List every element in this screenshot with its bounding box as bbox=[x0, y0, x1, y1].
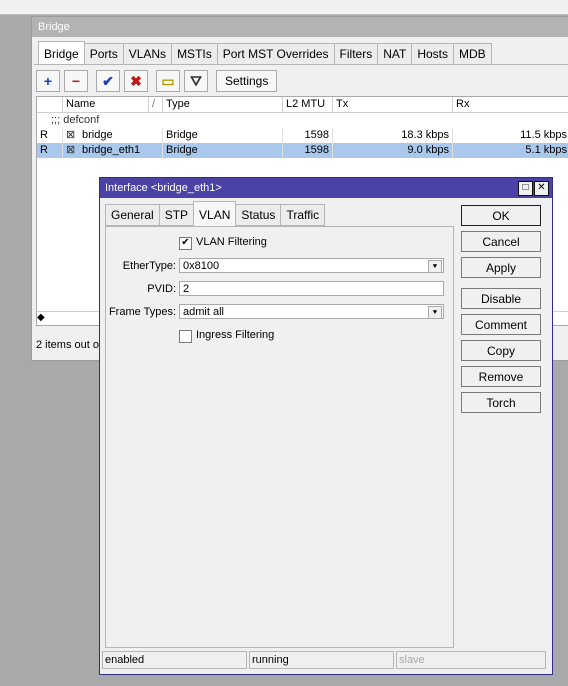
column-name[interactable]: Name bbox=[63, 97, 149, 112]
tab-stp[interactable]: STP bbox=[158, 204, 195, 226]
frame-types-label: Frame Types: bbox=[108, 306, 176, 318]
table-header: Name / Type L2 MTU Tx Rx bbox=[37, 97, 568, 113]
row-type: Bridge bbox=[163, 143, 283, 158]
tab-vlan[interactable]: VLAN bbox=[193, 201, 237, 227]
pvid-input[interactable]: 2 bbox=[179, 281, 444, 296]
row-name: bridge_eth1 bbox=[82, 144, 141, 156]
table-row[interactable]: R ⊠ bridge Bridge 1598 18.3 kbps 11.5 kb… bbox=[37, 128, 568, 143]
row-l2mtu: 1598 bbox=[283, 143, 333, 158]
tab-port-mst-overrides[interactable]: Port MST Overrides bbox=[216, 43, 335, 65]
remove-button[interactable]: Remove bbox=[461, 366, 541, 387]
items-count: 2 items out o bbox=[36, 339, 99, 351]
vlan-filtering-label: VLAN Filtering bbox=[196, 236, 267, 248]
top-strip bbox=[0, 0, 568, 15]
vlan-filtering-checkbox[interactable]: ✔ bbox=[179, 237, 192, 250]
row-rx: 5.1 kbps bbox=[453, 143, 568, 158]
pvid-label: PVID: bbox=[147, 283, 176, 295]
row-rx: 11.5 kbps bbox=[453, 128, 568, 143]
table-row[interactable]: R ⊠ bridge_eth1 Bridge 1598 9.0 kbps 5.1… bbox=[37, 143, 568, 158]
column-l2mtu[interactable]: L2 MTU bbox=[283, 97, 333, 112]
close-icon[interactable]: ✕ bbox=[534, 181, 549, 196]
interface-dialog-title[interactable]: Interface <bridge_eth1> □ ✕ bbox=[100, 178, 552, 198]
torch-button[interactable]: Torch bbox=[461, 392, 541, 413]
bridge-icon: ⊠ bbox=[66, 144, 76, 156]
column-rx[interactable]: Rx bbox=[453, 97, 568, 112]
interface-tabs: General STP VLAN Status Traffic bbox=[105, 201, 326, 227]
tab-general[interactable]: General bbox=[105, 204, 160, 226]
bridge-tabs: Bridge Ports VLANs MSTIs Port MST Overri… bbox=[38, 41, 492, 65]
ingress-filtering-checkbox[interactable] bbox=[179, 330, 192, 343]
vlan-panel: ✔ VLAN Filtering EtherType: 0x8100 ⯆ PVI… bbox=[105, 226, 454, 648]
tab-vlans[interactable]: VLANs bbox=[122, 43, 173, 65]
disable-button[interactable]: ✖ bbox=[124, 70, 148, 92]
ethertype-select[interactable]: 0x8100 ⯆ bbox=[179, 258, 444, 273]
dialog-statusbar: enabled running slave bbox=[102, 651, 548, 669]
apply-button[interactable]: Apply bbox=[461, 257, 541, 278]
row-name: bridge bbox=[82, 129, 113, 141]
settings-button[interactable]: Settings bbox=[216, 70, 278, 92]
disable-button[interactable]: Disable bbox=[461, 288, 541, 309]
row-flag: R bbox=[37, 143, 63, 158]
group-row: ;;; defconf bbox=[37, 113, 568, 128]
dialog-title-text: Interface <bridge_eth1> bbox=[105, 182, 222, 194]
tab-bridge[interactable]: Bridge bbox=[38, 41, 85, 65]
row-flag: R bbox=[37, 128, 63, 143]
column-type[interactable]: Type bbox=[163, 97, 283, 112]
restore-icon[interactable]: □ bbox=[518, 181, 533, 196]
ingress-filtering-label: Ingress Filtering bbox=[196, 329, 275, 341]
interface-dialog: Interface <bridge_eth1> □ ✕ General STP … bbox=[99, 177, 553, 675]
copy-button[interactable]: Copy bbox=[461, 340, 541, 361]
tab-ports[interactable]: Ports bbox=[83, 43, 124, 65]
ok-button[interactable]: OK bbox=[461, 205, 541, 226]
status-enabled: enabled bbox=[102, 651, 247, 669]
comment-button[interactable]: Comment bbox=[461, 314, 541, 335]
ethertype-label: EtherType: bbox=[122, 260, 176, 272]
tab-mstis[interactable]: MSTIs bbox=[171, 43, 218, 65]
status-slave: slave bbox=[396, 651, 546, 669]
tab-filters[interactable]: Filters bbox=[333, 43, 379, 65]
column-tx[interactable]: Tx bbox=[333, 97, 453, 112]
tab-mdb[interactable]: MDB bbox=[453, 43, 492, 65]
tab-traffic[interactable]: Traffic bbox=[280, 204, 326, 226]
scroll-left-icon[interactable]: ◆ bbox=[37, 312, 45, 323]
row-tx: 9.0 kbps bbox=[333, 143, 453, 158]
tab-hosts[interactable]: Hosts bbox=[411, 43, 455, 65]
tab-nat[interactable]: NAT bbox=[377, 43, 413, 65]
column-flag bbox=[37, 97, 63, 112]
frame-types-dropdown-icon[interactable]: ⯆ bbox=[428, 306, 442, 319]
status-running: running bbox=[249, 651, 394, 669]
filter-button[interactable]: ⛛ bbox=[184, 70, 208, 92]
cancel-button[interactable]: Cancel bbox=[461, 231, 541, 252]
frame-types-value: admit all bbox=[183, 306, 224, 318]
row-l2mtu: 1598 bbox=[283, 128, 333, 143]
ethertype-value: 0x8100 bbox=[183, 260, 220, 272]
bridge-window-title[interactable]: Bridge bbox=[32, 17, 568, 37]
row-tx: 18.3 kbps bbox=[333, 128, 453, 143]
ethertype-dropdown-icon[interactable]: ⯆ bbox=[428, 260, 442, 273]
remove-button[interactable]: − bbox=[64, 70, 88, 92]
bridge-icon: ⊠ bbox=[66, 129, 76, 141]
bridge-toolbar: + − ✔ ✖ ▭ ⛛ Settings bbox=[36, 70, 281, 92]
tab-status[interactable]: Status bbox=[235, 204, 282, 226]
row-name-cell: ⊠ bridge_eth1 bbox=[63, 143, 163, 158]
comment-button[interactable]: ▭ bbox=[156, 70, 180, 92]
enable-button[interactable]: ✔ bbox=[96, 70, 120, 92]
row-name-cell: ⊠ bridge bbox=[63, 128, 163, 143]
group-label: ;;; defconf bbox=[51, 114, 100, 126]
frame-types-select[interactable]: admit all ⯆ bbox=[179, 304, 444, 319]
row-type: Bridge bbox=[163, 128, 283, 143]
sort-indicator: / bbox=[149, 97, 163, 112]
add-button[interactable]: + bbox=[36, 70, 60, 92]
